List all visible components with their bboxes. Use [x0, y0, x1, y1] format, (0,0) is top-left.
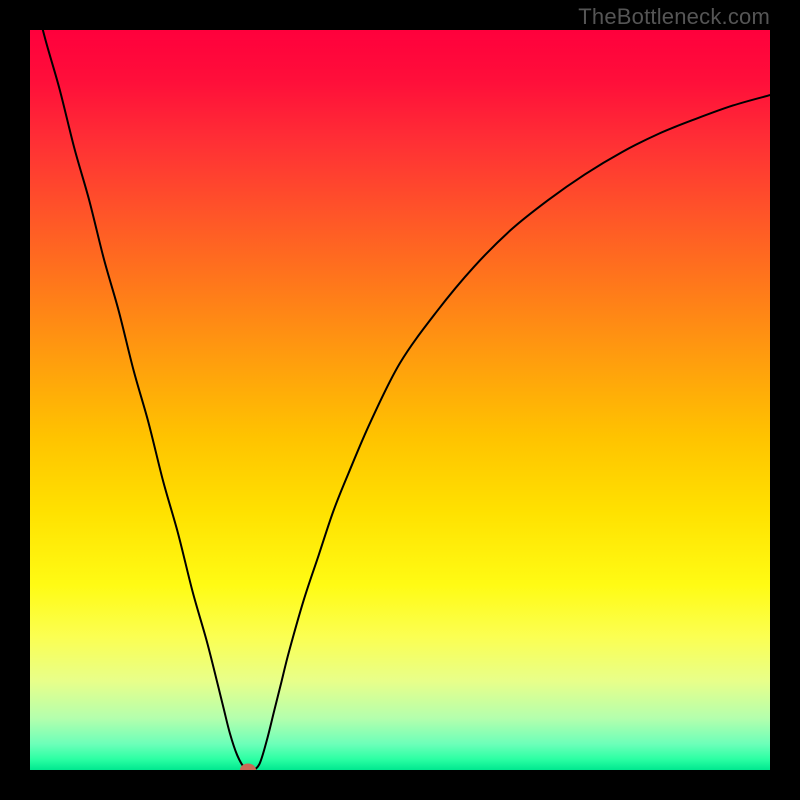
chart-frame: TheBottleneck.com	[0, 0, 800, 800]
curve-line	[30, 30, 770, 770]
plot-area	[30, 30, 770, 770]
minimum-marker-dot	[240, 764, 256, 771]
watermark-text: TheBottleneck.com	[578, 4, 770, 30]
